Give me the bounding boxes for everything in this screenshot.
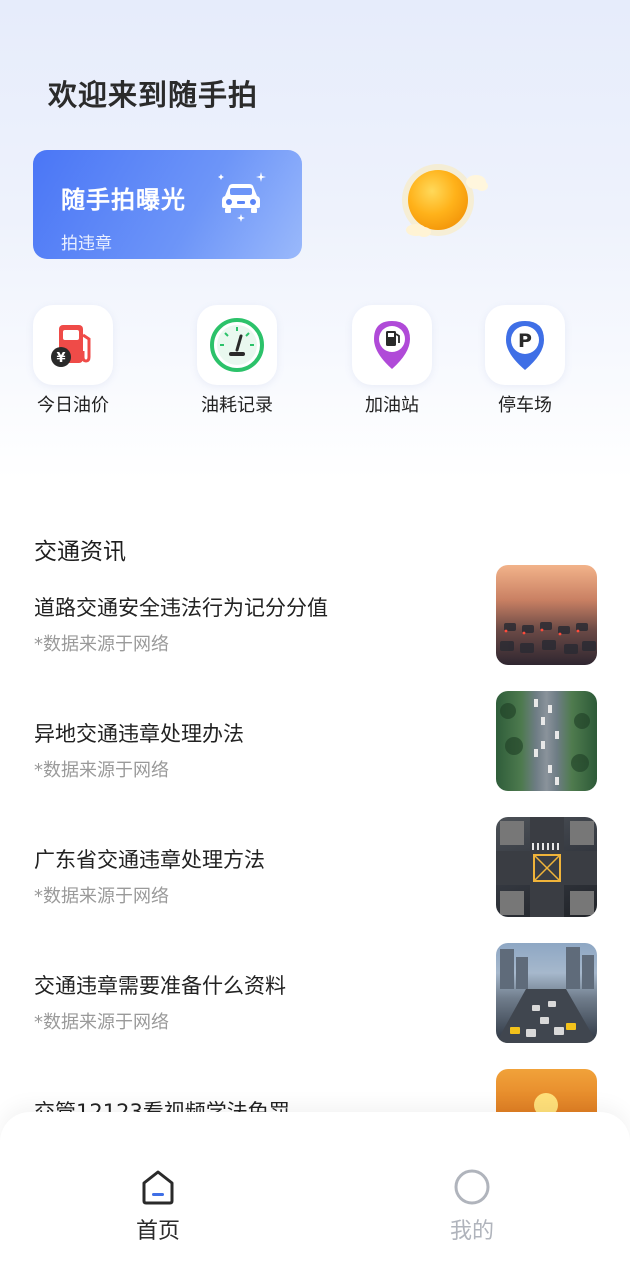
nav-tab-profile-label: 我的 <box>449 1219 494 1244</box>
gas-station-pin-icon <box>374 321 410 369</box>
news-source: *数据来源于网络 <box>34 1012 169 1033</box>
news-thumbnail-traffic-jam <box>496 565 597 665</box>
nav-tab-home-label: 首页 <box>135 1219 180 1244</box>
welcome-title: 欢迎来到随手拍 <box>48 78 259 112</box>
news-thumbnail-highway-aerial <box>496 691 597 791</box>
parking-tile: P <box>485 305 565 385</box>
parking-pin-icon: P <box>506 321 544 370</box>
news-item[interactable]: 道路交通安全违法行为记分分值 *数据来源于网络 <box>34 565 597 665</box>
svg-text:¥: ¥ <box>56 351 65 366</box>
promo-card-report[interactable]: 随手拍曝光 拍违章 <box>33 150 302 259</box>
quick-parking[interactable]: P 停车场 <box>465 305 585 417</box>
sun-weather-icon <box>402 164 488 237</box>
news-source: *数据来源于网络 <box>34 760 169 781</box>
news-title: 道路交通安全违法行为记分分值 <box>34 596 328 620</box>
speedometer-icon <box>210 318 264 372</box>
nav-tab-profile[interactable]: 我的 <box>412 1167 532 1245</box>
fuel-pump-yuan-tile: ¥ <box>33 305 113 385</box>
news-title: 异地交通违章处理办法 <box>34 722 244 746</box>
fuel-pump-yuan-icon: ¥ <box>51 325 91 367</box>
promo-subtitle: 拍违章 <box>61 234 112 254</box>
news-source: *数据来源于网络 <box>34 634 169 655</box>
bottom-navigation: 首页 我的 <box>0 1112 630 1280</box>
svg-text:P: P <box>518 330 532 352</box>
home-icon <box>142 1170 174 1205</box>
news-item[interactable]: 异地交通违章处理办法 *数据来源于网络 <box>34 691 597 791</box>
news-source: *数据来源于网络 <box>34 886 169 907</box>
news-item[interactable]: 交通违章需要准备什么资料 *数据来源于网络 <box>34 943 597 1043</box>
quick-gas-station[interactable]: 加油站 <box>332 305 452 417</box>
profile-circle-icon <box>454 1169 490 1205</box>
promo-title: 随手拍曝光 <box>61 186 186 214</box>
quick-gas-station-label: 加油站 <box>365 395 419 416</box>
gas-station-tile <box>352 305 432 385</box>
news-title: 广东省交通违章处理方法 <box>34 848 265 872</box>
quick-fuel-log-label: 油耗记录 <box>201 395 273 416</box>
news-thumbnail-intersection <box>496 817 597 917</box>
quick-fuel-log[interactable]: 油耗记录 <box>177 305 297 417</box>
quick-parking-label: 停车场 <box>498 395 552 416</box>
quick-fuel-price[interactable]: ¥ 今日油价 <box>13 305 133 417</box>
speedometer-tile <box>197 305 277 385</box>
section-title-traffic-news: 交通资讯 <box>34 539 126 565</box>
quick-fuel-price-label: 今日油价 <box>37 395 109 416</box>
news-title: 交通违章需要准备什么资料 <box>34 974 286 998</box>
car-sparkle-icon <box>218 172 266 222</box>
nav-tab-home[interactable]: 首页 <box>98 1167 218 1245</box>
news-item[interactable]: 广东省交通违章处理方法 *数据来源于网络 <box>34 817 597 917</box>
news-thumbnail-city-traffic <box>496 943 597 1043</box>
